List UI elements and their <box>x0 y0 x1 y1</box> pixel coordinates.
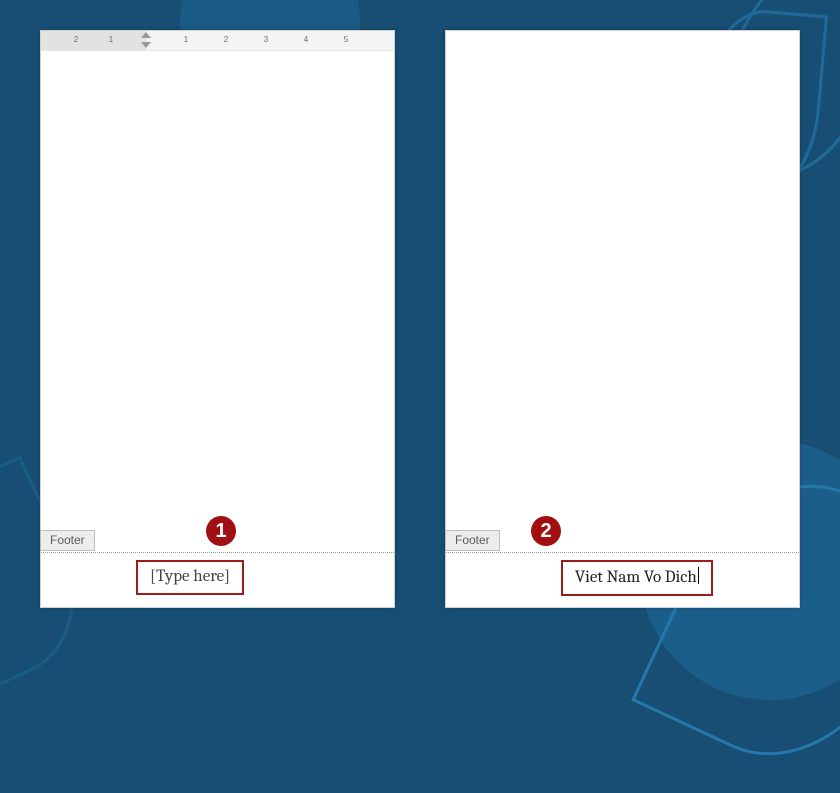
footer-text-placeholder[interactable]: [Type here] <box>136 560 244 595</box>
footer-text-input[interactable]: Viet Nam Vo Dich <box>561 560 713 596</box>
horizontal-ruler[interactable]: 2 1 1 2 3 4 5 <box>41 31 394 51</box>
footer-region[interactable]: Footer 1 [Type here] <box>41 552 394 553</box>
comparison-stage: 2 1 1 2 3 4 5 Footer 1 [Type here] <box>0 0 840 640</box>
text-cursor-icon <box>698 567 699 584</box>
footer-tag-label: Footer <box>455 533 490 547</box>
ruler-label: 5 <box>344 35 348 44</box>
footer-boundary-line <box>446 552 799 553</box>
ruler-label: 1 <box>184 35 188 44</box>
ruler-label: 3 <box>264 35 268 44</box>
footer-tag-label: Footer <box>50 533 85 547</box>
step-badge-2: 2 <box>531 516 561 546</box>
document-page-before: 2 1 1 2 3 4 5 Footer 1 [Type here] <box>40 30 395 608</box>
footer-typed-text: Viet Nam Vo Dich <box>575 568 697 587</box>
step-badge-number: 2 <box>540 520 551 543</box>
footer-tag[interactable]: Footer <box>445 530 500 551</box>
document-page-after: Footer 2 Viet Nam Vo Dich <box>445 30 800 608</box>
ruler-label: 2 <box>74 35 78 44</box>
ruler-label: 1 <box>109 35 113 44</box>
footer-placeholder-text: [Type here] <box>150 567 230 586</box>
footer-boundary-line <box>41 552 394 553</box>
ruler-label: 2 <box>224 35 228 44</box>
step-badge-number: 1 <box>215 520 226 543</box>
step-badge-1: 1 <box>206 516 236 546</box>
ruler-label: 4 <box>304 35 308 44</box>
footer-region[interactable]: Footer 2 Viet Nam Vo Dich <box>446 552 799 553</box>
footer-tag[interactable]: Footer <box>40 530 95 551</box>
